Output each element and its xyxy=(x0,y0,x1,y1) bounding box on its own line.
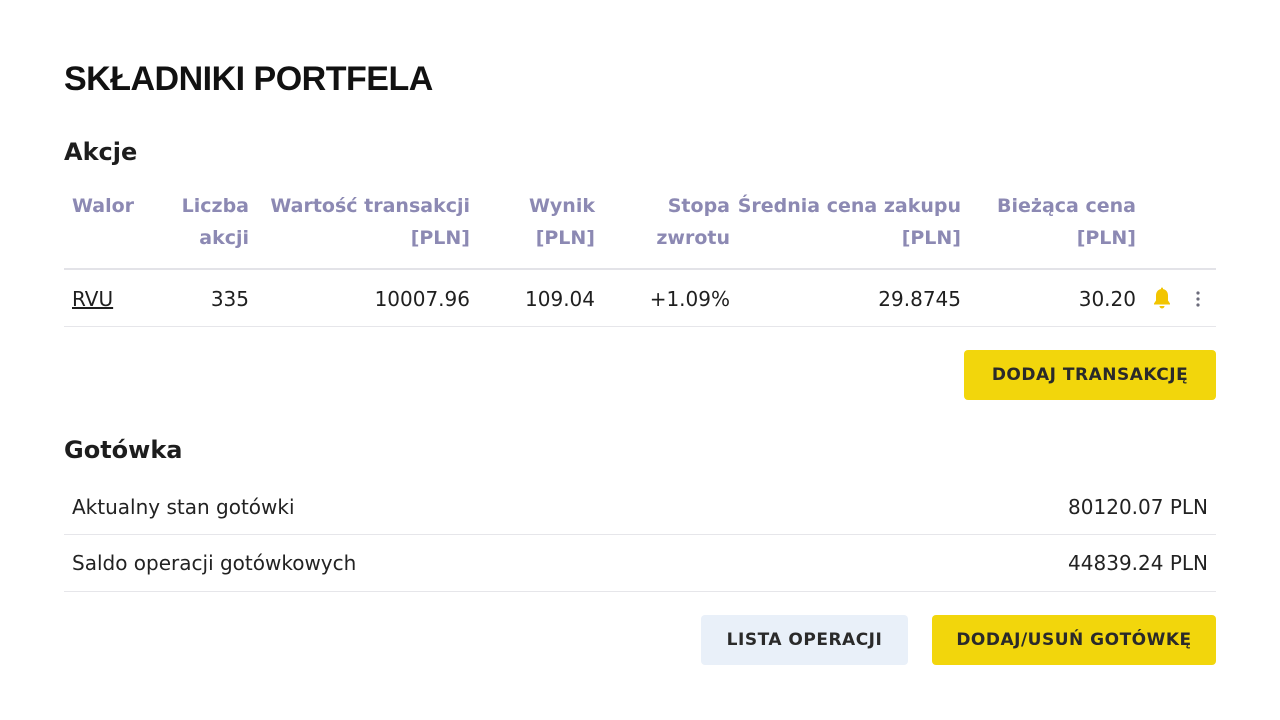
bell-icon-graphic xyxy=(1154,287,1170,309)
column-header-biezaca-line1: Bieżąca cena xyxy=(997,195,1136,217)
cash-row-divider xyxy=(64,534,1216,535)
kebab-menu-icon-graphic xyxy=(1196,291,1200,307)
bell-icon[interactable] xyxy=(1151,287,1173,311)
stock-row-divider xyxy=(64,326,1216,327)
column-header-liczba: Liczba akcji xyxy=(182,190,249,254)
stock-average-price: 29.8745 xyxy=(878,287,961,311)
table-header-divider xyxy=(64,268,1216,270)
column-header-biezaca-line2: [PLN] xyxy=(1076,227,1136,249)
cash-section-title: Gotówka xyxy=(64,436,183,464)
column-header-liczba-line1: Liczba xyxy=(181,195,249,217)
column-header-wartosc: Wartość transakcji [PLN] xyxy=(270,190,470,254)
column-header-walor-label: Walor xyxy=(72,195,135,217)
column-header-biezaca: Bieżąca cena [PLN] xyxy=(997,190,1136,254)
stock-transaction-value: 10007.96 xyxy=(374,287,470,311)
column-header-wynik-line1: Wynik xyxy=(528,195,595,217)
column-header-wartosc-line2: [PLN] xyxy=(410,227,470,249)
stocks-section-title: Akcje xyxy=(64,138,138,166)
stock-result: 109.04 xyxy=(525,287,595,311)
stock-current-price: 30.20 xyxy=(1078,287,1136,311)
column-header-stopa-line1: Stopa xyxy=(667,195,730,217)
column-header-srednia: Średnia cena zakupu [PLN] xyxy=(738,190,961,254)
column-header-srednia-line2: [PLN] xyxy=(901,227,961,249)
stock-share-count: 335 xyxy=(210,287,249,311)
column-header-liczba-line2: akcji xyxy=(199,227,249,249)
column-header-wynik-line2: [PLN] xyxy=(535,227,595,249)
page-title: SKŁADNIKI PORTFELA xyxy=(64,60,433,98)
stock-return-rate: +1.09% xyxy=(649,287,730,311)
cash-balance-label: Aktualny stan gotówki xyxy=(72,495,295,519)
column-header-stopa: Stopa zwrotu xyxy=(656,190,730,254)
kebab-menu-icon[interactable] xyxy=(1190,289,1206,309)
cash-row-divider xyxy=(64,591,1216,592)
column-header-walor: Walor xyxy=(72,190,134,222)
column-header-srednia-line1: Średnia cena zakupu xyxy=(737,195,961,217)
cash-saldo-value: 44839.24 PLN xyxy=(1068,551,1208,575)
portfolio-page: SKŁADNIKI PORTFELA Akcje Walor Liczba ak… xyxy=(0,0,1280,720)
stock-symbol-link[interactable]: RVU xyxy=(72,286,113,312)
add-remove-cash-button[interactable]: DODAJ/USUŃ GOTÓWKĘ xyxy=(932,615,1216,665)
add-transaction-button[interactable]: DODAJ TRANSAKCJĘ xyxy=(964,350,1216,400)
cash-balance-value: 80120.07 PLN xyxy=(1068,495,1208,519)
cash-saldo-label: Saldo operacji gotówkowych xyxy=(72,551,357,575)
column-header-wartosc-line1: Wartość transakcji xyxy=(270,195,470,217)
operations-list-button[interactable]: LISTA OPERACJI xyxy=(701,615,908,665)
column-header-wynik: Wynik [PLN] xyxy=(529,190,595,254)
column-header-stopa-line2: zwrotu xyxy=(656,227,730,249)
